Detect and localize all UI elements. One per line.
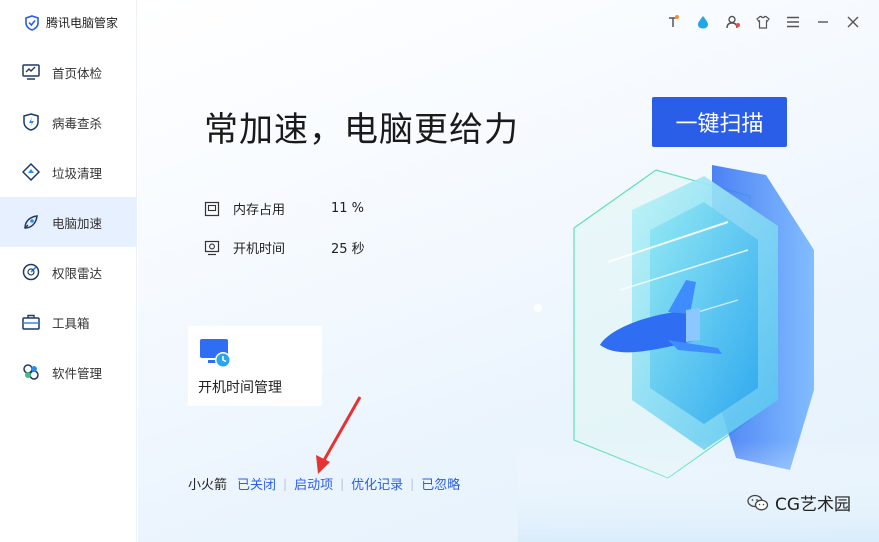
stat-label: 开机时间	[233, 242, 286, 257]
apps-icon	[22, 363, 40, 381]
memory-chip-icon	[204, 201, 220, 216]
stat-value: 11 %	[331, 201, 365, 216]
water-drop-icon[interactable]	[695, 14, 711, 30]
boot-time-stat: 开机时间 25 秒	[204, 238, 365, 257]
radar-icon	[22, 263, 40, 281]
card-label: 开机时间管理	[198, 380, 282, 396]
main-panel: 常加速，电脑更给力 一键扫描 内存占用 11 % 开机时间 25 秒 开机时间管…	[138, 0, 879, 542]
memory-usage-stat: 内存占用 11 %	[204, 199, 364, 218]
link-separator: |	[340, 476, 345, 491]
sidebar-item-label: 垃圾清理	[52, 165, 103, 181]
sidebar-item-permission-radar[interactable]: 权限雷达	[0, 247, 137, 297]
link-separator: |	[410, 476, 415, 491]
rocket-icon	[22, 213, 40, 231]
monitor-check-icon	[22, 63, 40, 81]
link-disabled[interactable]: 已关闭	[237, 474, 276, 493]
sidebar-item-label: 工具箱	[52, 315, 90, 331]
wechat-icon	[747, 494, 769, 510]
sidebar-item-label: 软件管理	[52, 365, 103, 381]
power-monitor-icon	[204, 240, 220, 255]
page-headline: 常加速，电脑更给力	[204, 110, 519, 150]
rocket-label: 小火箭	[188, 478, 228, 493]
link-startup-items[interactable]: 启动项	[294, 474, 333, 493]
tshirt-icon[interactable]	[755, 14, 771, 30]
monitor-clock-icon	[200, 339, 231, 368]
sidebar-item-software-manager[interactable]: 软件管理	[0, 347, 137, 397]
watermark: CG艺术园	[747, 490, 851, 515]
title-bar-controls	[665, 14, 861, 30]
app-title: 腾讯电脑管家	[46, 16, 119, 30]
sidebar-item-label: 电脑加速	[52, 215, 103, 231]
menu-icon[interactable]	[785, 14, 801, 30]
rocket-status-links: 小火箭 已关闭 | 启动项 | 优化记录 | 已忽略	[188, 474, 460, 494]
link-separator: |	[283, 476, 288, 491]
sidebar: 腾讯电脑管家 首页体检 病毒查杀 垃圾清理 电脑加速 权限雷达 工具箱 软件管理	[0, 0, 137, 542]
minimize-icon[interactable]	[815, 14, 831, 30]
skin-hanger-icon[interactable]	[665, 14, 681, 30]
sidebar-item-junk-clean[interactable]: 垃圾清理	[0, 147, 137, 197]
user-account-icon[interactable]	[725, 14, 741, 30]
sidebar-item-toolbox[interactable]: 工具箱	[0, 297, 137, 347]
stat-label: 内存占用	[233, 203, 286, 218]
rocket-shield-illustration	[518, 165, 879, 542]
stat-value: 25 秒	[331, 242, 365, 257]
sidebar-item-virus-scan[interactable]: 病毒查杀	[0, 97, 137, 147]
tencent-shield-logo-icon	[25, 14, 39, 31]
sidebar-item-home-check[interactable]: 首页体检	[0, 47, 137, 97]
sidebar-item-pc-speedup[interactable]: 电脑加速	[0, 197, 137, 247]
broom-icon	[22, 163, 40, 181]
toolbox-icon	[22, 313, 40, 331]
shield-bolt-icon	[22, 113, 40, 131]
sidebar-item-label: 首页体检	[52, 65, 103, 81]
one-click-scan-button[interactable]: 一键扫描	[652, 97, 787, 147]
boot-time-manager-card[interactable]: 开机时间管理	[188, 326, 322, 406]
link-ignored[interactable]: 已忽略	[421, 474, 460, 493]
sidebar-item-label: 病毒查杀	[52, 115, 103, 131]
watermark-text: CG艺术园	[774, 495, 851, 515]
close-icon[interactable]	[845, 14, 861, 30]
brand: 腾讯电脑管家	[24, 14, 118, 31]
sidebar-item-label: 权限雷达	[52, 265, 103, 281]
link-optimize-history[interactable]: 优化记录	[351, 474, 403, 493]
